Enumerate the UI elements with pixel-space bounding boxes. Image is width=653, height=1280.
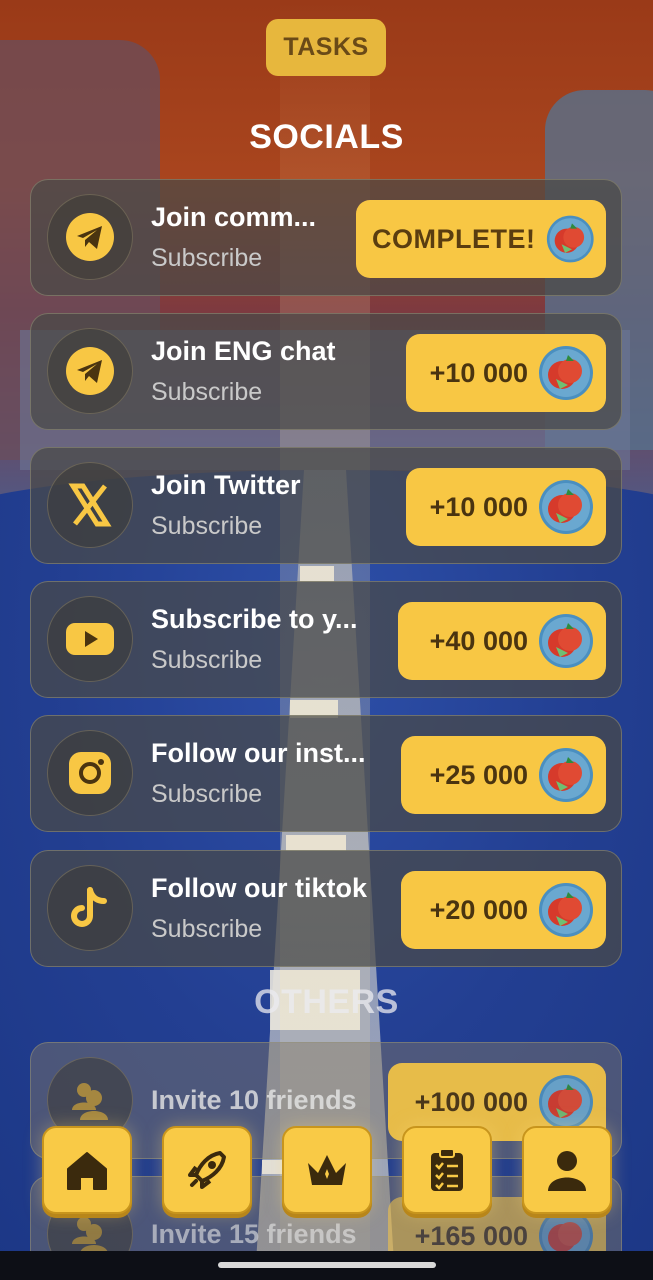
task-title: Join comm... <box>151 202 317 232</box>
reward-label: +25 000 <box>429 759 528 790</box>
rocket-icon <box>188 1151 226 1189</box>
task-title: Invite 15 friends <box>151 1219 357 1249</box>
clipboard-icon <box>431 1148 463 1191</box>
task-subtitle: Subscribe <box>151 244 263 272</box>
youtube-icon <box>47 596 133 682</box>
task-subtitle: Subscribe <box>151 378 263 406</box>
task-row-join-eng-chat[interactable]: Join ENG chat Subscribe +10 000 <box>30 313 622 430</box>
task-row-follow-tiktok[interactable]: Follow our tiktok Subscribe +20 000 <box>30 850 622 967</box>
task-row-follow-instagram[interactable]: Follow our inst... Subscribe +25 000 <box>30 715 622 832</box>
task-title: Invite 10 friends <box>151 1085 357 1115</box>
reward-label: COMPLETE! <box>372 223 536 254</box>
claim-reward-button[interactable]: +20 000 <box>401 871 606 949</box>
tomato-coin-icon <box>539 614 593 668</box>
task-row-join-community[interactable]: Join comm... Subscribe COMPLETE! <box>30 179 622 296</box>
tomato-coin-icon <box>539 748 593 802</box>
nav-tasks-button[interactable] <box>402 1126 492 1214</box>
task-title: Follow our inst... <box>151 738 366 768</box>
reward-label: +10 000 <box>429 357 528 388</box>
task-subtitle: Subscribe <box>151 915 263 943</box>
claim-reward-button[interactable]: +40 000 <box>398 602 606 680</box>
socials-section-title: SOCIALS <box>249 118 404 156</box>
nav-home-button[interactable] <box>42 1126 132 1214</box>
claim-reward-button[interactable]: +10 000 <box>406 334 606 412</box>
tomato-coin-icon <box>539 883 593 937</box>
reward-label: +100 000 <box>414 1086 528 1117</box>
task-title: Follow our tiktok <box>151 873 367 903</box>
reward-label: +10 000 <box>429 491 528 522</box>
telegram-icon <box>47 328 133 414</box>
claim-reward-button[interactable]: +25 000 <box>401 736 606 814</box>
crown-icon <box>308 1155 346 1185</box>
task-row-join-twitter[interactable]: Join Twitter Subscribe +10 000 <box>30 447 622 564</box>
instagram-icon <box>47 730 133 816</box>
task-title: Join ENG chat <box>151 336 336 366</box>
telegram-icon <box>47 194 133 280</box>
home-icon <box>67 1152 107 1190</box>
tomato-coin-icon <box>539 1075 593 1129</box>
nav-boost-button[interactable] <box>162 1126 252 1214</box>
nav-league-button[interactable] <box>282 1126 372 1214</box>
task-subtitle: Subscribe <box>151 512 263 540</box>
task-subtitle: Subscribe <box>151 646 263 674</box>
nav-profile-button[interactable] <box>522 1126 612 1214</box>
reward-label: +165 000 <box>414 1220 528 1251</box>
user-icon <box>548 1151 586 1191</box>
tomato-coin-icon <box>539 1209 593 1251</box>
task-subtitle: Subscribe <box>151 780 263 808</box>
reward-label: +40 000 <box>429 625 528 656</box>
x-icon <box>47 462 133 548</box>
others-section-title: OTHERS <box>254 983 399 1021</box>
tomato-coin-icon <box>546 215 594 263</box>
tomato-coin-icon <box>539 346 593 400</box>
reward-label: +20 000 <box>429 894 528 925</box>
task-title: Subscribe to y... <box>151 604 358 634</box>
claim-reward-button[interactable]: +10 000 <box>406 468 606 546</box>
task-row-subscribe-youtube[interactable]: Subscribe to y... Subscribe +40 000 <box>30 581 622 698</box>
task-title: Join Twitter <box>151 470 301 500</box>
tomato-coin-icon <box>539 480 593 534</box>
home-indicator[interactable] <box>218 1262 436 1268</box>
complete-button[interactable]: COMPLETE! <box>356 200 606 278</box>
tiktok-icon <box>47 865 133 951</box>
tasks-tab[interactable]: TASKS <box>266 19 386 76</box>
